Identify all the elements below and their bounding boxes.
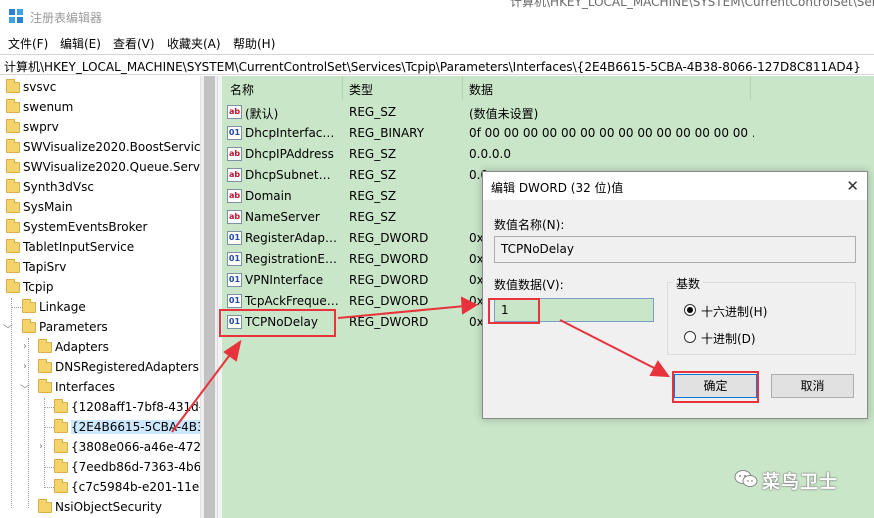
column-type[interactable]: 类型 [349, 81, 373, 98]
string-value-icon: ab [227, 105, 242, 119]
column-divider[interactable] [462, 76, 463, 100]
tree-guide [44, 407, 54, 408]
folder-icon [6, 159, 20, 173]
menu-file[interactable]: 文件(F) [8, 35, 48, 52]
title-bar: 注册表编辑器 计算机\HKEY_LOCAL_MACHINE\SYSTEM\Cur… [0, 0, 874, 32]
column-data[interactable]: 数据 [469, 81, 493, 98]
folder-icon [6, 199, 20, 213]
binary-value-icon: 01 [227, 252, 242, 266]
folder-icon [6, 239, 20, 253]
folder-icon [38, 379, 52, 393]
highlight-value-data [488, 298, 540, 324]
folder-icon [6, 139, 20, 153]
scrollbar-thumb[interactable] [204, 76, 215, 518]
menu-help[interactable]: 帮助(H) [233, 35, 275, 52]
window-title: 注册表编辑器 [30, 11, 103, 25]
folder-icon [22, 299, 36, 313]
value-name-label: 数值名称(N): [494, 218, 565, 232]
menu-edit[interactable]: 编辑(E) [60, 35, 101, 52]
folder-icon [6, 79, 20, 93]
list-row[interactable]: ab DhcpIPAddress REG_SZ 0.0.0.0 [222, 144, 874, 165]
watermark-text: 菜鸟卫士 [762, 472, 838, 493]
binary-value-icon: 01 [227, 126, 242, 140]
string-value-icon: ab [227, 168, 242, 182]
cancel-button[interactable]: 取消 [771, 374, 854, 398]
close-icon[interactable]: ✕ [846, 177, 859, 195]
value-data-label: 数值数据(V): [494, 278, 564, 292]
folder-icon [38, 339, 52, 353]
chevron-down-icon[interactable]: ﹀ [3, 321, 13, 336]
tree-guide [44, 487, 54, 488]
folder-icon [6, 259, 20, 273]
folder-icon [22, 319, 36, 333]
folder-icon [38, 359, 52, 373]
folder-icon [6, 99, 20, 113]
folder-icon [6, 119, 20, 133]
menu-view[interactable]: 查看(V) [113, 35, 155, 52]
tree-scrollbar[interactable] [200, 76, 217, 518]
chevron-right-icon[interactable]: › [20, 341, 30, 352]
wechat-logo-icon [734, 470, 758, 487]
menu-favorites[interactable]: 收藏夹(A) [167, 35, 221, 52]
highlight-tcpnodelay [219, 309, 336, 337]
regedit-icon [9, 9, 23, 23]
address-bar[interactable]: 计算机\HKEY_LOCAL_MACHINE\SYSTEM\CurrentCon… [0, 54, 874, 75]
base-group-label: 基数 [673, 275, 704, 292]
tree-guide [44, 427, 54, 428]
tree-pane[interactable]: svsvc swenum swprv SWVisualize2020.Boost… [0, 76, 217, 518]
dialog-title: 编辑 DWORD (32 位)值 [491, 181, 624, 195]
string-value-icon: ab [227, 210, 242, 224]
list-header: 名称 类型 数据 [222, 76, 874, 100]
dialog-title-bar[interactable]: 编辑 DWORD (32 位)值 ✕ [483, 172, 867, 200]
folder-icon [6, 179, 20, 193]
column-divider[interactable] [750, 76, 751, 100]
folder-icon [54, 399, 68, 413]
folder-icon [38, 499, 52, 513]
chevron-right-icon[interactable]: › [36, 441, 46, 452]
radio-empty-icon [684, 331, 696, 343]
folder-icon [6, 219, 20, 233]
tree-guide [44, 467, 54, 468]
list-row[interactable]: ab (默认) REG_SZ (数值未设置) [222, 102, 874, 123]
value-name-field: TCPNoDelay [494, 236, 856, 263]
column-divider[interactable] [342, 76, 343, 100]
chevron-right-icon[interactable]: › [20, 361, 30, 372]
binary-value-icon: 01 [227, 294, 242, 308]
folder-icon [6, 279, 20, 293]
string-value-icon: ab [227, 189, 242, 203]
binary-value-icon: 01 [227, 231, 242, 245]
chevron-down-icon[interactable]: ﹀ [20, 381, 30, 396]
list-row[interactable]: 01DhcpInterfaceOptionsREG_BINARY0f 00 00… [222, 123, 874, 144]
folder-icon [54, 419, 68, 433]
radio-selected-icon [684, 304, 696, 316]
address-path[interactable]: 计算机\HKEY_LOCAL_MACHINE\SYSTEM\CurrentCon… [4, 58, 861, 75]
string-value-icon: ab [227, 147, 242, 161]
highlight-ok-button [672, 371, 759, 403]
column-name[interactable]: 名称 [230, 81, 254, 98]
binary-value-icon: 01 [227, 273, 242, 287]
folder-icon [54, 439, 68, 453]
menu-bar: 文件(F) 编辑(E) 查看(V) 收藏夹(A) 帮助(H) [0, 32, 874, 53]
folder-icon [54, 479, 68, 493]
watermark: 菜鸟卫士 [734, 466, 864, 496]
folder-icon [54, 459, 68, 473]
background-window-title: 计算机\HKEY_LOCAL_MACHINE\SYSTEM\CurrentCon… [510, 0, 874, 9]
